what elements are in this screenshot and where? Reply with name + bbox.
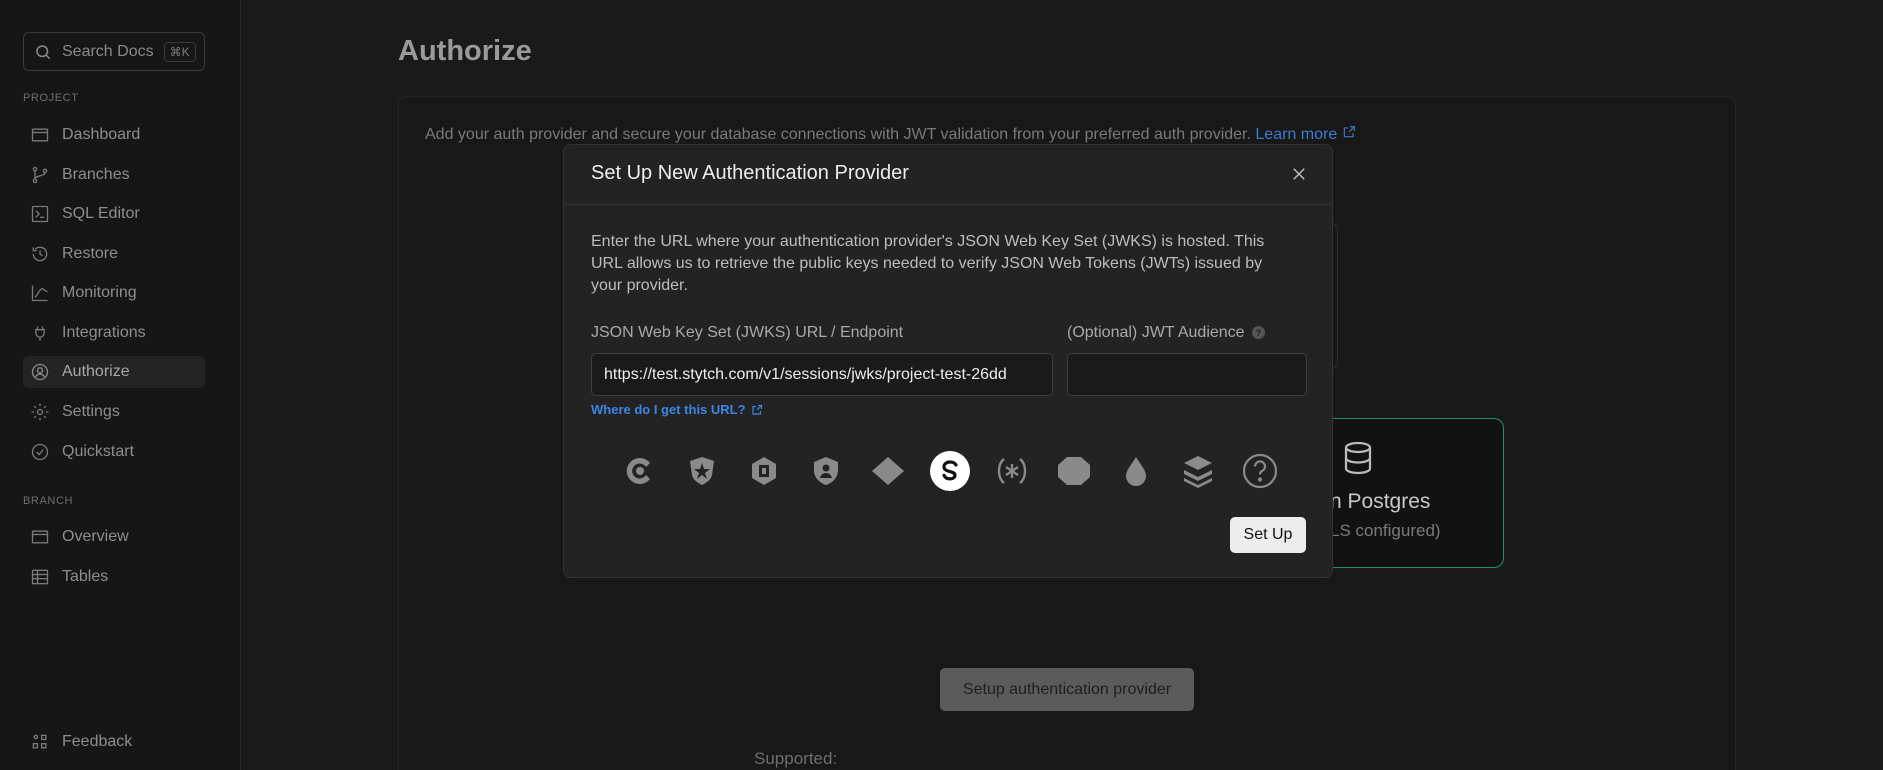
help-icon[interactable]: ? [1252, 326, 1266, 340]
sidebar-item-label: Dashboard [62, 126, 141, 143]
provider-other[interactable] [1240, 451, 1280, 491]
set-up-button[interactable]: Set Up [1230, 517, 1306, 553]
provider-drop[interactable] [1116, 451, 1156, 491]
sidebar-item-tables[interactable]: Tables [23, 561, 205, 593]
settings-icon [31, 403, 49, 421]
sidebar-item-label: Overview [62, 528, 129, 545]
postgres-card-title: n Postgres [1330, 490, 1431, 513]
tables-icon [31, 569, 49, 585]
provider-asterisk[interactable] [992, 451, 1032, 491]
quickstart-icon [31, 443, 49, 461]
external-link-icon [1343, 126, 1355, 138]
page-title: Authorize [398, 35, 532, 67]
dashboard-icon [31, 128, 49, 142]
descope-icon [752, 457, 776, 485]
branch-section-label: BRANCH [23, 495, 74, 507]
dialog-description: Enter the URL where your authentication … [591, 233, 1265, 294]
postgres-card-subtitle: LS configured) [1330, 521, 1441, 540]
stytch-icon [942, 460, 958, 481]
external-link-icon [751, 404, 762, 415]
close-icon [1293, 168, 1305, 180]
learn-more-link[interactable]: Learn more [1255, 126, 1355, 143]
clerk-icon [626, 458, 650, 484]
monitoring-icon [31, 285, 48, 302]
sql-editor-icon [31, 205, 49, 223]
sidebar-item-integrations[interactable]: Integrations [23, 317, 205, 349]
where-url-label: Where do I get this URL? [591, 402, 746, 417]
sidebar-item-authorize[interactable]: Authorize [23, 356, 205, 388]
project-section-label: PROJECT [23, 92, 79, 104]
jwt-audience-label-wrap: (Optional) JWT Audience ? [1067, 324, 1266, 342]
provider-layers[interactable] [1178, 451, 1218, 491]
panel-description-text: Add your auth provider and secure your d… [425, 126, 1251, 143]
sidebar-item-feedback[interactable]: Feedback [23, 726, 205, 758]
where-url-link[interactable]: Where do I get this URL? [591, 402, 763, 417]
dialog-title: Set Up New Authentication Provider [591, 162, 909, 184]
sidebar-item-label: Quickstart [62, 443, 135, 460]
authorize-icon [31, 363, 49, 381]
provider-clerk[interactable] [620, 451, 660, 491]
provider-keycloak[interactable] [806, 451, 846, 491]
jwks-url-input[interactable] [591, 353, 1053, 396]
branches-icon [32, 166, 48, 184]
sidebar-item-label: Authorize [62, 363, 130, 380]
provider-auth0[interactable] [682, 451, 722, 491]
sidebar-item-label: Branches [62, 166, 130, 183]
question-icon [1242, 453, 1278, 489]
overview-icon [31, 530, 49, 544]
sidebar-item-quickstart[interactable]: Quickstart [23, 436, 205, 468]
diamond-icon [872, 457, 904, 485]
dialog-header: Set Up New Authentication Provider [564, 145, 1332, 205]
provider-list [620, 451, 1302, 491]
sidebar-item-sql-editor[interactable]: SQL Editor [23, 198, 205, 230]
sidebar-item-branches[interactable]: Branches [23, 159, 205, 191]
sidebar-item-label: SQL Editor [62, 205, 140, 222]
sidebar-item-label: Tables [62, 568, 109, 585]
search-label: Search Docs [62, 42, 154, 60]
drop-icon [1126, 457, 1146, 486]
sidebar-item-restore[interactable]: Restore [23, 238, 205, 270]
layers-icon [1184, 456, 1212, 488]
jwt-audience-input[interactable] [1067, 353, 1307, 396]
sidebar-item-label: Feedback [62, 733, 133, 750]
sidebar-item-settings[interactable]: Settings [23, 396, 205, 428]
sidebar-item-dashboard[interactable]: Dashboard [23, 119, 205, 151]
supported-label: Supported: [754, 749, 838, 768]
sidebar-item-label: Integrations [62, 324, 146, 341]
search-docs-button[interactable]: Search Docs ⌘K [23, 32, 205, 71]
auth0-icon [690, 457, 714, 485]
setup-auth-provider-button[interactable]: Setup authentication provider [940, 668, 1194, 711]
sidebar-item-label: Monitoring [62, 284, 137, 301]
search-icon [36, 44, 51, 59]
sidebar-item-label: Settings [62, 403, 120, 420]
provider-stytch[interactable] [930, 451, 970, 491]
sidebar-item-overview[interactable]: Overview [23, 521, 205, 553]
restore-icon [32, 246, 48, 262]
learn-more-label: Learn more [1255, 126, 1338, 143]
setup-provider-dialog: Set Up New Authentication Provider Enter… [563, 144, 1333, 578]
sidebar: Search Docs ⌘K PROJECT Dashboard Branche… [0, 0, 241, 770]
provider-diamond[interactable] [868, 451, 908, 491]
octagon-icon [1058, 457, 1090, 485]
search-shortcut: ⌘K [163, 41, 196, 62]
sidebar-item-label: Restore [62, 245, 119, 262]
feedback-icon [32, 734, 47, 749]
database-icon [1344, 441, 1372, 475]
jwks-url-label: JSON Web Key Set (JWKS) URL / Endpoint [591, 324, 904, 341]
jwt-audience-label: (Optional) JWT Audience [1067, 324, 1245, 341]
provider-descope[interactable] [744, 451, 784, 491]
close-button[interactable] [1288, 163, 1310, 185]
provider-octagon[interactable] [1054, 451, 1094, 491]
asterisk-icon [997, 458, 1027, 484]
sidebar-item-monitoring[interactable]: Monitoring [23, 277, 205, 309]
panel-description: Add your auth provider and secure your d… [425, 125, 1356, 144]
integrations-icon [35, 326, 45, 341]
keycloak-icon [814, 457, 838, 485]
